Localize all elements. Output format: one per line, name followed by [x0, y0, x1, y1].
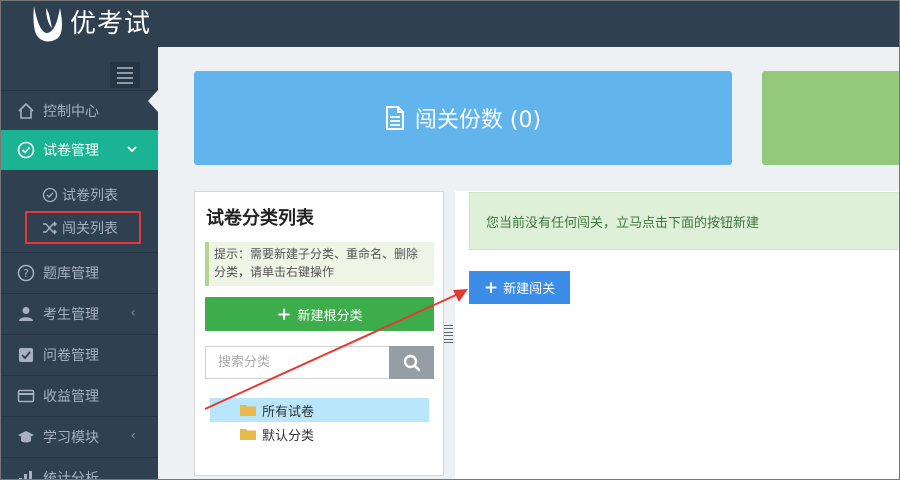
annotation-arrow — [204, 289, 468, 410]
